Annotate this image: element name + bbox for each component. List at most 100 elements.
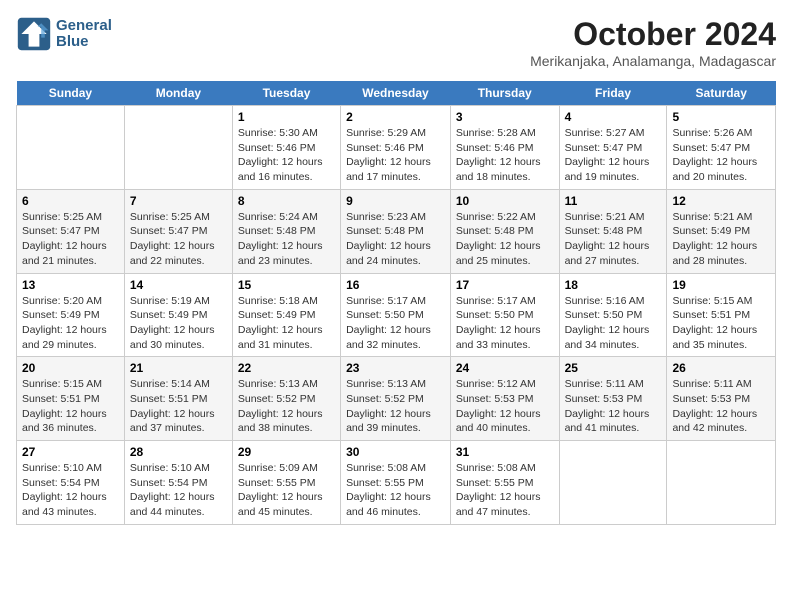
title-block: October 2024 Merikanjaka, Analamanga, Ma… [530, 16, 776, 69]
week-row-5: 27 Sunrise: 5:10 AMSunset: 5:54 PMDayligh… [17, 441, 776, 525]
weekday-header-saturday: Saturday [667, 81, 776, 106]
calendar-cell: 21 Sunrise: 5:14 AMSunset: 5:51 PMDayligh… [124, 357, 232, 441]
weekday-header-row: SundayMondayTuesdayWednesdayThursdayFrid… [17, 81, 776, 106]
cell-info: Sunrise: 5:13 AMSunset: 5:52 PMDaylight:… [346, 377, 445, 436]
cell-date: 18 [565, 278, 662, 292]
calendar-cell [17, 106, 125, 190]
calendar-cell: 6Sunrise: 5:25 AMSunset: 5:47 PMDaylight… [17, 189, 125, 273]
week-row-2: 6Sunrise: 5:25 AMSunset: 5:47 PMDaylight… [17, 189, 776, 273]
page-header: General Blue October 2024 Merikanjaka, A… [16, 16, 776, 69]
calendar-cell: 30 Sunrise: 5:08 AMSunset: 5:55 PMDayligh… [341, 441, 451, 525]
calendar-cell: 26Sunrise: 5:11 AMSunset: 5:53 PMDayligh… [667, 357, 776, 441]
weekday-header-thursday: Thursday [450, 81, 559, 106]
calendar-cell: 13 Sunrise: 5:20 AMSunset: 5:49 PMDayligh… [17, 273, 125, 357]
week-row-3: 13 Sunrise: 5:20 AMSunset: 5:49 PMDayligh… [17, 273, 776, 357]
calendar-cell: 14 Sunrise: 5:19 AMSunset: 5:49 PMDayligh… [124, 273, 232, 357]
cell-info: Sunrise: 5:15 AMSunset: 5:51 PMDaylight:… [22, 377, 119, 436]
calendar-cell: 9 Sunrise: 5:23 AMSunset: 5:48 PMDaylight… [341, 189, 451, 273]
cell-date: 25 [565, 361, 662, 375]
calendar-cell: 28 Sunrise: 5:10 AMSunset: 5:54 PMDayligh… [124, 441, 232, 525]
cell-date: 16 [346, 278, 445, 292]
cell-info: Sunrise: 5:27 AMSunset: 5:47 PMDaylight:… [565, 126, 662, 185]
calendar-cell: 29 Sunrise: 5:09 AMSunset: 5:55 PMDayligh… [232, 441, 340, 525]
logo-line1: General [56, 18, 112, 35]
cell-date: 22 [238, 361, 335, 375]
cell-date: 3 [456, 110, 554, 124]
weekday-header-wednesday: Wednesday [341, 81, 451, 106]
cell-info: Sunrise: 5:30 AMSunset: 5:46 PMDaylight:… [238, 126, 335, 185]
calendar-cell [667, 441, 776, 525]
calendar-cell: 11 Sunrise: 5:21 AMSunset: 5:48 PMDayligh… [559, 189, 667, 273]
calendar-cell: 20 Sunrise: 5:15 AMSunset: 5:51 PMDayligh… [17, 357, 125, 441]
cell-date: 2 [346, 110, 445, 124]
cell-date: 29 [238, 445, 335, 459]
logo-line2: Blue [56, 34, 112, 51]
logo-text: General Blue [56, 18, 112, 51]
calendar-cell: 19Sunrise: 5:15 AMSunset: 5:51 PMDayligh… [667, 273, 776, 357]
calendar-cell: 22 Sunrise: 5:13 AMSunset: 5:52 PMDayligh… [232, 357, 340, 441]
week-row-4: 20 Sunrise: 5:15 AMSunset: 5:51 PMDayligh… [17, 357, 776, 441]
cell-date: 11 [565, 194, 662, 208]
calendar-cell: 18Sunrise: 5:16 AMSunset: 5:50 PMDayligh… [559, 273, 667, 357]
calendar-cell: 31Sunrise: 5:08 AMSunset: 5:55 PMDayligh… [450, 441, 559, 525]
cell-info: Sunrise: 5:11 AMSunset: 5:53 PMDaylight:… [672, 377, 770, 436]
cell-info: Sunrise: 5:08 AMSunset: 5:55 PMDaylight:… [456, 461, 554, 520]
logo: General Blue [16, 16, 112, 52]
calendar-cell: 10Sunrise: 5:22 AMSunset: 5:48 PMDayligh… [450, 189, 559, 273]
calendar-cell: 15Sunrise: 5:18 AMSunset: 5:49 PMDayligh… [232, 273, 340, 357]
calendar-cell [124, 106, 232, 190]
calendar-cell: 3 Sunrise: 5:28 AMSunset: 5:46 PMDaylight… [450, 106, 559, 190]
main-title: October 2024 [530, 16, 776, 53]
calendar-cell: 17Sunrise: 5:17 AMSunset: 5:50 PMDayligh… [450, 273, 559, 357]
cell-info: Sunrise: 5:21 AMSunset: 5:49 PMDaylight:… [672, 210, 770, 269]
cell-info: Sunrise: 5:23 AMSunset: 5:48 PMDaylight:… [346, 210, 445, 269]
cell-date: 27 [22, 445, 119, 459]
cell-info: Sunrise: 5:13 AMSunset: 5:52 PMDaylight:… [238, 377, 335, 436]
cell-date: 9 [346, 194, 445, 208]
cell-date: 10 [456, 194, 554, 208]
cell-info: Sunrise: 5:29 AMSunset: 5:46 PMDaylight:… [346, 126, 445, 185]
cell-info: Sunrise: 5:25 AMSunset: 5:47 PMDaylight:… [130, 210, 227, 269]
week-row-1: 1Sunrise: 5:30 AMSunset: 5:46 PMDaylight… [17, 106, 776, 190]
cell-info: Sunrise: 5:20 AMSunset: 5:49 PMDaylight:… [22, 294, 119, 353]
cell-info: Sunrise: 5:18 AMSunset: 5:49 PMDaylight:… [238, 294, 335, 353]
cell-info: Sunrise: 5:17 AMSunset: 5:50 PMDaylight:… [346, 294, 445, 353]
cell-date: 30 [346, 445, 445, 459]
cell-date: 7 [130, 194, 227, 208]
weekday-header-monday: Monday [124, 81, 232, 106]
cell-info: Sunrise: 5:11 AMSunset: 5:53 PMDaylight:… [565, 377, 662, 436]
cell-info: Sunrise: 5:10 AMSunset: 5:54 PMDaylight:… [130, 461, 227, 520]
cell-date: 13 [22, 278, 119, 292]
cell-date: 28 [130, 445, 227, 459]
calendar-cell: 4 Sunrise: 5:27 AMSunset: 5:47 PMDaylight… [559, 106, 667, 190]
cell-date: 19 [672, 278, 770, 292]
cell-info: Sunrise: 5:17 AMSunset: 5:50 PMDaylight:… [456, 294, 554, 353]
calendar-cell: 25 Sunrise: 5:11 AMSunset: 5:53 PMDayligh… [559, 357, 667, 441]
cell-date: 12 [672, 194, 770, 208]
cell-date: 24 [456, 361, 554, 375]
weekday-header-friday: Friday [559, 81, 667, 106]
cell-info: Sunrise: 5:28 AMSunset: 5:46 PMDaylight:… [456, 126, 554, 185]
cell-date: 8 [238, 194, 335, 208]
cell-info: Sunrise: 5:10 AMSunset: 5:54 PMDaylight:… [22, 461, 119, 520]
cell-date: 14 [130, 278, 227, 292]
calendar-cell: 24 Sunrise: 5:12 AMSunset: 5:53 PMDayligh… [450, 357, 559, 441]
cell-info: Sunrise: 5:25 AMSunset: 5:47 PMDaylight:… [22, 210, 119, 269]
calendar-cell: 16 Sunrise: 5:17 AMSunset: 5:50 PMDayligh… [341, 273, 451, 357]
weekday-header-sunday: Sunday [17, 81, 125, 106]
cell-info: Sunrise: 5:12 AMSunset: 5:53 PMDaylight:… [456, 377, 554, 436]
cell-info: Sunrise: 5:14 AMSunset: 5:51 PMDaylight:… [130, 377, 227, 436]
cell-date: 23 [346, 361, 445, 375]
calendar-cell: 2 Sunrise: 5:29 AMSunset: 5:46 PMDaylight… [341, 106, 451, 190]
calendar-cell: 27 Sunrise: 5:10 AMSunset: 5:54 PMDayligh… [17, 441, 125, 525]
cell-info: Sunrise: 5:21 AMSunset: 5:48 PMDaylight:… [565, 210, 662, 269]
cell-info: Sunrise: 5:09 AMSunset: 5:55 PMDaylight:… [238, 461, 335, 520]
cell-info: Sunrise: 5:08 AMSunset: 5:55 PMDaylight:… [346, 461, 445, 520]
cell-info: Sunrise: 5:19 AMSunset: 5:49 PMDaylight:… [130, 294, 227, 353]
cell-date: 4 [565, 110, 662, 124]
subtitle: Merikanjaka, Analamanga, Madagascar [530, 53, 776, 69]
cell-date: 20 [22, 361, 119, 375]
cell-date: 21 [130, 361, 227, 375]
calendar-cell: 7 Sunrise: 5:25 AMSunset: 5:47 PMDaylight… [124, 189, 232, 273]
calendar-cell: 5Sunrise: 5:26 AMSunset: 5:47 PMDaylight… [667, 106, 776, 190]
